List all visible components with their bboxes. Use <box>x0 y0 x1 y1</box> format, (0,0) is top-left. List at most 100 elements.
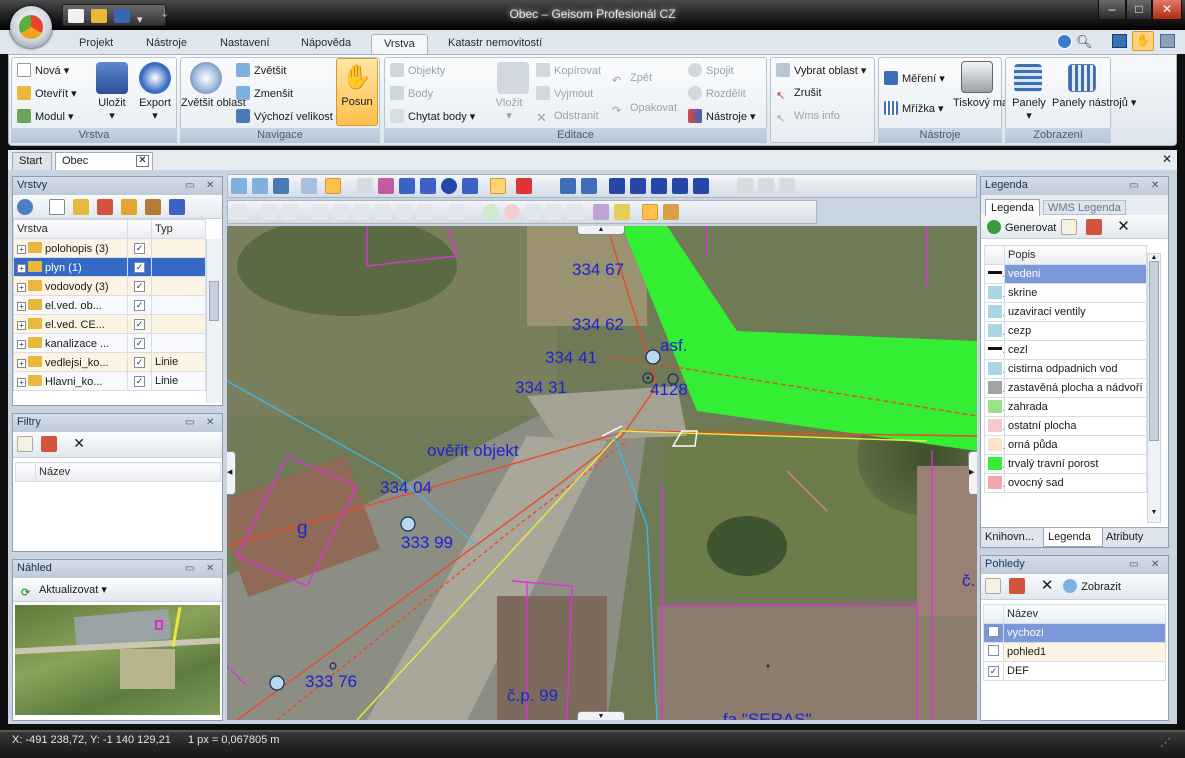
layer-visible-checkbox[interactable]: ✓ <box>134 243 145 254</box>
column-popis[interactable]: Popis <box>1004 245 1147 265</box>
edit-layer-icon[interactable] <box>97 199 114 215</box>
refresh-icon[interactable] <box>17 199 33 215</box>
maximize-button[interactable]: □ <box>1126 0 1152 20</box>
delete-view-icon[interactable]: ✕ <box>1039 578 1055 594</box>
expand-icon[interactable]: + <box>17 282 26 292</box>
legend-row[interactable]: zahrada <box>984 397 1147 417</box>
vychozi-velikost-button[interactable]: Výchozí velikost <box>236 109 333 124</box>
new-filter-icon[interactable] <box>17 436 33 452</box>
layer-row[interactable]: + kanalizace ... ✓ <box>13 333 206 353</box>
legend-row[interactable]: trvalý travní porost <box>984 454 1147 474</box>
customize-qat-icon[interactable]: ⇣ <box>160 7 169 20</box>
tab-nastroje[interactable]: Nástroje <box>133 34 200 54</box>
tab-vrstva[interactable]: Vrstva <box>371 34 428 54</box>
layer-bottom-icon[interactable] <box>672 178 688 194</box>
vertex-4-icon[interactable] <box>333 204 349 220</box>
vybrat-oblast-button[interactable]: Vybrat oblast ▾ <box>776 63 866 78</box>
map-collapse-right-icon[interactable]: ▶ <box>968 451 977 495</box>
vertex-2-icon[interactable] <box>282 204 298 220</box>
paste-disabled-icon[interactable] <box>737 178 753 194</box>
layer-row[interactable]: + vedlejsi_ko... ✓ Linie <box>13 352 206 372</box>
select-point-icon[interactable] <box>378 178 394 194</box>
split-disabled-icon[interactable] <box>504 204 520 220</box>
zoom-extent-icon[interactable] <box>273 178 289 194</box>
view-checkbox[interactable] <box>988 645 999 656</box>
layer-settings-icon[interactable] <box>693 178 709 194</box>
scroll-thumb[interactable] <box>209 281 219 321</box>
legend-scrollbar[interactable]: ▲ ▼ <box>1147 253 1161 523</box>
tab-napoveda[interactable]: Nápověda <box>288 34 364 54</box>
column-typ[interactable]: Typ <box>151 219 206 239</box>
layout-icon[interactable] <box>1160 34 1175 48</box>
tab-legenda-bottom[interactable]: Legenda <box>1043 528 1103 547</box>
pencil-icon[interactable] <box>614 204 630 220</box>
grid-table-icon[interactable] <box>560 178 576 194</box>
zpet-button[interactable]: ↶ Zpět <box>612 71 652 88</box>
select-circle-icon[interactable] <box>441 178 457 194</box>
legend-row[interactable]: vedeni <box>984 264 1147 284</box>
snap-options-icon[interactable] <box>663 204 679 220</box>
cut-disabled-icon[interactable] <box>758 178 774 194</box>
select-plane-icon[interactable] <box>462 178 478 194</box>
new-view-icon[interactable] <box>985 578 1001 594</box>
map-canvas[interactable]: 334 67 334 62 334 41 334 31 asf. 4128 ov… <box>227 226 977 720</box>
delete-filter-icon[interactable]: ✕ <box>71 436 87 452</box>
expand-icon[interactable]: + <box>17 301 26 311</box>
layer-visible-checkbox[interactable]: ✓ <box>134 357 145 368</box>
wms-info-button[interactable]: ↖ Wms info <box>776 109 840 126</box>
select-cursor-icon[interactable] <box>357 178 373 194</box>
panel-close-icon[interactable]: ✕ <box>206 414 214 431</box>
open-folder-icon[interactable] <box>91 9 107 23</box>
tab-katastr[interactable]: Katastr nemovitostí <box>435 34 555 54</box>
minimize-button[interactable]: – <box>1098 0 1126 20</box>
edit-view-icon[interactable] <box>1009 578 1026 594</box>
save-icon[interactable] <box>114 9 130 23</box>
properties-icon[interactable] <box>121 199 138 215</box>
vertex-9-icon[interactable] <box>449 204 465 220</box>
close-document-icon[interactable]: ✕ <box>1162 152 1172 166</box>
scroll-thumb[interactable] <box>1149 261 1159 441</box>
chytat-body-button[interactable]: Chytat body ▾ <box>390 109 475 124</box>
objekty-button[interactable]: Objekty <box>390 63 445 78</box>
nova-button[interactable]: Nová ▾ <box>17 63 69 78</box>
zvetsit-oblast-button[interactable]: Zvětšit oblast <box>181 97 246 110</box>
scroll-down-icon[interactable]: ▼ <box>1148 509 1160 516</box>
layer-up-icon[interactable] <box>609 178 625 194</box>
open-layer-icon[interactable] <box>73 199 90 215</box>
edit-filter-icon[interactable] <box>41 436 58 452</box>
pin-icon[interactable]: ▭ <box>1129 556 1138 573</box>
rozdelit-button[interactable]: Rozdělit <box>688 86 746 101</box>
vertex-5-icon[interactable] <box>354 204 370 220</box>
layers-scrollbar[interactable] <box>206 239 221 403</box>
legend-row[interactable]: ovocný sad <box>984 473 1147 493</box>
vyjmout-button[interactable]: Vyjmout <box>536 86 593 101</box>
expand-icon[interactable]: + <box>17 377 26 387</box>
new-item-icon[interactable] <box>1061 219 1078 235</box>
copy-disabled-icon[interactable] <box>779 178 795 194</box>
doc-tab-start[interactable]: Start <box>12 152 52 170</box>
map-collapse-top-icon[interactable]: ▲ <box>577 226 625 235</box>
map-collapse-left-icon[interactable]: ◀ <box>227 451 236 495</box>
aktualizovat-button[interactable]: ⟳ Aktualizovat ▾ <box>13 578 222 600</box>
spojit-button[interactable]: Spojit <box>688 63 734 78</box>
layer-visible-checkbox[interactable]: ✓ <box>134 338 145 349</box>
pan-icon[interactable] <box>325 178 341 194</box>
vertex-3-icon[interactable] <box>312 204 328 220</box>
kopirovat-button[interactable]: Kopírovat <box>536 63 601 78</box>
select-poly-icon[interactable] <box>420 178 436 194</box>
delete-item-icon[interactable]: ✕ <box>1116 219 1132 235</box>
modul-button[interactable]: Modul ▾ <box>17 109 74 124</box>
layer-visible-checkbox[interactable]: ✓ <box>134 319 145 330</box>
legend-row[interactable]: skrine <box>984 283 1147 303</box>
layer-row[interactable]: + Hlavni_ko... ✓ Linie <box>13 371 206 391</box>
zoom-out-icon[interactable] <box>252 178 268 194</box>
pin-icon[interactable]: ▭ <box>185 177 194 194</box>
expand-icon[interactable]: + <box>17 244 26 254</box>
cancel-select-icon[interactable] <box>516 178 532 194</box>
qat-dropdown-icon[interactable]: ▾ <box>137 13 145 27</box>
scroll-up-icon[interactable]: ▲ <box>1148 254 1160 261</box>
zoom-in-icon[interactable] <box>231 178 247 194</box>
select-area-icon[interactable] <box>490 178 506 194</box>
layer-visible-checkbox[interactable]: ✓ <box>134 376 145 387</box>
layer-down-icon[interactable] <box>630 178 646 194</box>
